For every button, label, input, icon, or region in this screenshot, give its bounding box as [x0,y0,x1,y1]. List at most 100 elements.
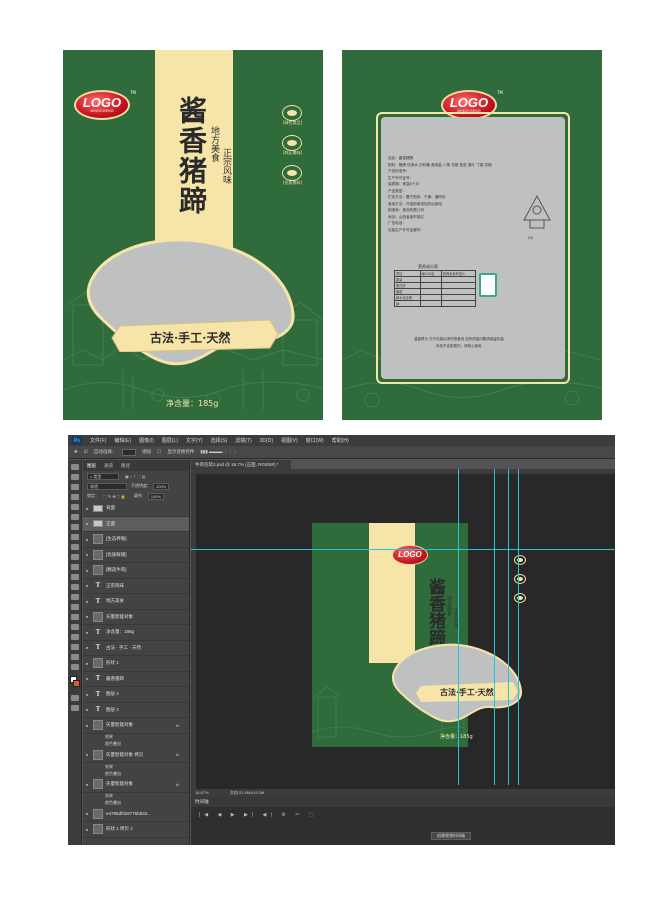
layer-name[interactable]: 矢量智能对象 [106,781,176,787]
timeline-controls[interactable]: |◀ ◀ ▶ ▶| ◀) ⚙ ✂ ⬚ [199,812,318,818]
layer-name[interactable]: e4795df326775b833... [106,811,176,816]
layer-row[interactable]: ● 形状 1 拷贝 2 [83,822,189,838]
layer-name[interactable]: 图层 2 [106,707,176,713]
stamp-tool-icon[interactable] [71,544,79,550]
layer-row[interactable]: ● [精选牛肉] [83,563,189,579]
background-color-swatch[interactable] [73,680,80,687]
layer-row[interactable]: ● T 酱香猪蹄 [83,672,189,687]
hand-tool-icon[interactable] [71,644,79,650]
visibility-eye-icon[interactable]: ● [83,583,91,588]
layer-name[interactable]: 净含量：185g [106,629,176,635]
layer-effect-item[interactable]: 颜色叠加 [83,770,189,777]
layer-name[interactable]: 图层 4 [106,691,176,697]
layer-effect-item[interactable]: 颜色叠加 [83,741,189,748]
create-video-timeline-button[interactable]: 创建视频时间轴 [431,832,471,840]
visibility-eye-icon[interactable]: ● [83,827,91,832]
more-tools-icon[interactable] [71,664,79,670]
blend-mode-select[interactable]: 穿透 [87,482,127,490]
visibility-eye-icon[interactable]: ● [83,552,91,557]
guide-line[interactable] [458,469,459,785]
screen-mode-icon[interactable] [71,705,79,711]
tab-layers[interactable]: 图层 [87,463,96,469]
blur-tool-icon[interactable] [71,584,79,590]
dodge-tool-icon[interactable] [71,594,79,600]
transform-controls-checkbox[interactable]: ☐ [157,449,161,455]
quick-mask-icon[interactable] [71,695,79,701]
lock-icons[interactable]: ⬚ ✎ ✥ ⛶ 🔒 [103,494,126,499]
layer-name[interactable]: 酱香猪蹄 [106,676,176,682]
layer-name[interactable]: 形状 1 拷贝 2 [106,826,176,832]
guide-line[interactable] [518,469,519,785]
layer-filter-select[interactable]: ⌕ 类型 [87,472,119,480]
visibility-eye-icon[interactable]: ● [83,599,91,604]
document-tab[interactable]: 牛肉包装2.psd @ 16.7% (正面, RGB/8#) * [191,460,291,469]
zoom-level[interactable]: 16.67% [195,790,209,795]
layer-name[interactable]: [优质鲜猪] [106,552,176,558]
visibility-eye-icon[interactable]: ● [83,782,91,787]
brush-tool-icon[interactable] [71,534,79,540]
layer-row[interactable]: ● 矢量智能对象 [83,610,189,625]
layer-row[interactable]: ● T 净含量：185g [83,625,189,641]
marquee-tool-icon[interactable] [71,474,79,480]
layer-name[interactable]: 地方美食 [106,598,176,604]
guide-line[interactable] [508,469,509,785]
opacity-input[interactable]: 100% [153,482,169,490]
layer-name[interactable]: 背面 [106,505,176,511]
visibility-eye-icon[interactable]: ● [83,811,91,816]
visibility-eye-icon[interactable]: ● [83,661,91,666]
menu-image[interactable]: 图像(I) [139,437,154,444]
tab-channels[interactable]: 通道 [104,463,113,469]
pen-tool-icon[interactable] [71,604,79,610]
auto-select-dropdown[interactable] [122,448,137,456]
filter-icons[interactable]: ▣ ◐ T ⬚ ▤ [125,474,146,479]
layer-row[interactable]: ● [优质鲜猪] [83,548,189,563]
layer-name[interactable]: 形状 1 [106,660,176,666]
layer-row[interactable]: ● 形状 1 [83,656,189,672]
menu-3d[interactable]: 3D(D) [260,438,273,444]
layer-row[interactable]: ● T 古法 · 手工 · 天然 [83,641,189,656]
layer-row[interactable]: ● 背面 [83,501,189,517]
layer-name[interactable]: 矢量智能对象 [106,722,176,728]
fx-icon[interactable]: fx [176,723,179,728]
layer-row[interactable]: ● T 图层 4 [83,687,189,703]
zoom-tool-icon[interactable] [71,654,79,660]
layer-row[interactable]: ● [生态养殖] [83,532,189,548]
visibility-eye-icon[interactable]: ● [83,645,91,650]
visibility-eye-icon[interactable]: ● [83,521,91,526]
visibility-eye-icon[interactable]: ● [83,676,91,681]
menu-view[interactable]: 视图(V) [281,437,298,444]
quick-select-tool-icon[interactable] [71,494,79,500]
move-tool-icon[interactable]: ✥ [74,449,78,455]
layer-row[interactable]: ● 矢量智能对象 fx [83,777,189,793]
layer-name[interactable]: 古法 · 手工 · 天然 [106,645,176,651]
layer-row[interactable]: ● e4795df326775b833... [83,807,189,822]
visibility-eye-icon[interactable]: ● [83,568,91,573]
align-icons[interactable]: ▮▮▮ ▬▬▬ ⋮⋮⋮ [200,449,237,455]
layer-name[interactable]: 矢量智能对象 [106,614,176,620]
guide-line[interactable] [494,469,495,785]
layer-effects-label[interactable]: 效果 [83,793,189,800]
healing-tool-icon[interactable] [71,524,79,530]
menu-select[interactable]: 选择(S) [211,437,228,444]
path-select-icon[interactable] [71,624,79,630]
layer-row[interactable]: ● 正面 [83,516,189,532]
crop-tool-icon[interactable] [71,504,79,510]
auto-select-checkbox[interactable]: ☑ [84,449,88,455]
layer-name[interactable]: [精选牛肉] [106,567,176,573]
layer-row[interactable]: ● T 地方美食 [83,594,189,610]
layer-name[interactable]: 矢量智能对象 拷贝 [106,752,176,758]
visibility-eye-icon[interactable]: ● [83,614,91,619]
layer-row[interactable]: ● 矢量智能对象 fx [83,718,189,734]
layer-name[interactable]: [生态养殖] [106,536,176,542]
guide-line[interactable] [191,549,615,550]
move-tool-icon[interactable] [71,464,79,470]
fx-icon[interactable]: fx [176,752,179,757]
menu-help[interactable]: 帮助(H) [332,437,349,444]
fill-input[interactable]: 100% [147,492,164,500]
layer-effects-label[interactable]: 效果 [83,734,189,741]
visibility-eye-icon[interactable]: ● [83,692,91,697]
menu-filter[interactable]: 滤镜(T) [235,437,251,444]
shape-tool-icon[interactable] [71,634,79,640]
visibility-eye-icon[interactable]: ● [83,752,91,757]
visibility-eye-icon[interactable]: ● [83,506,91,511]
